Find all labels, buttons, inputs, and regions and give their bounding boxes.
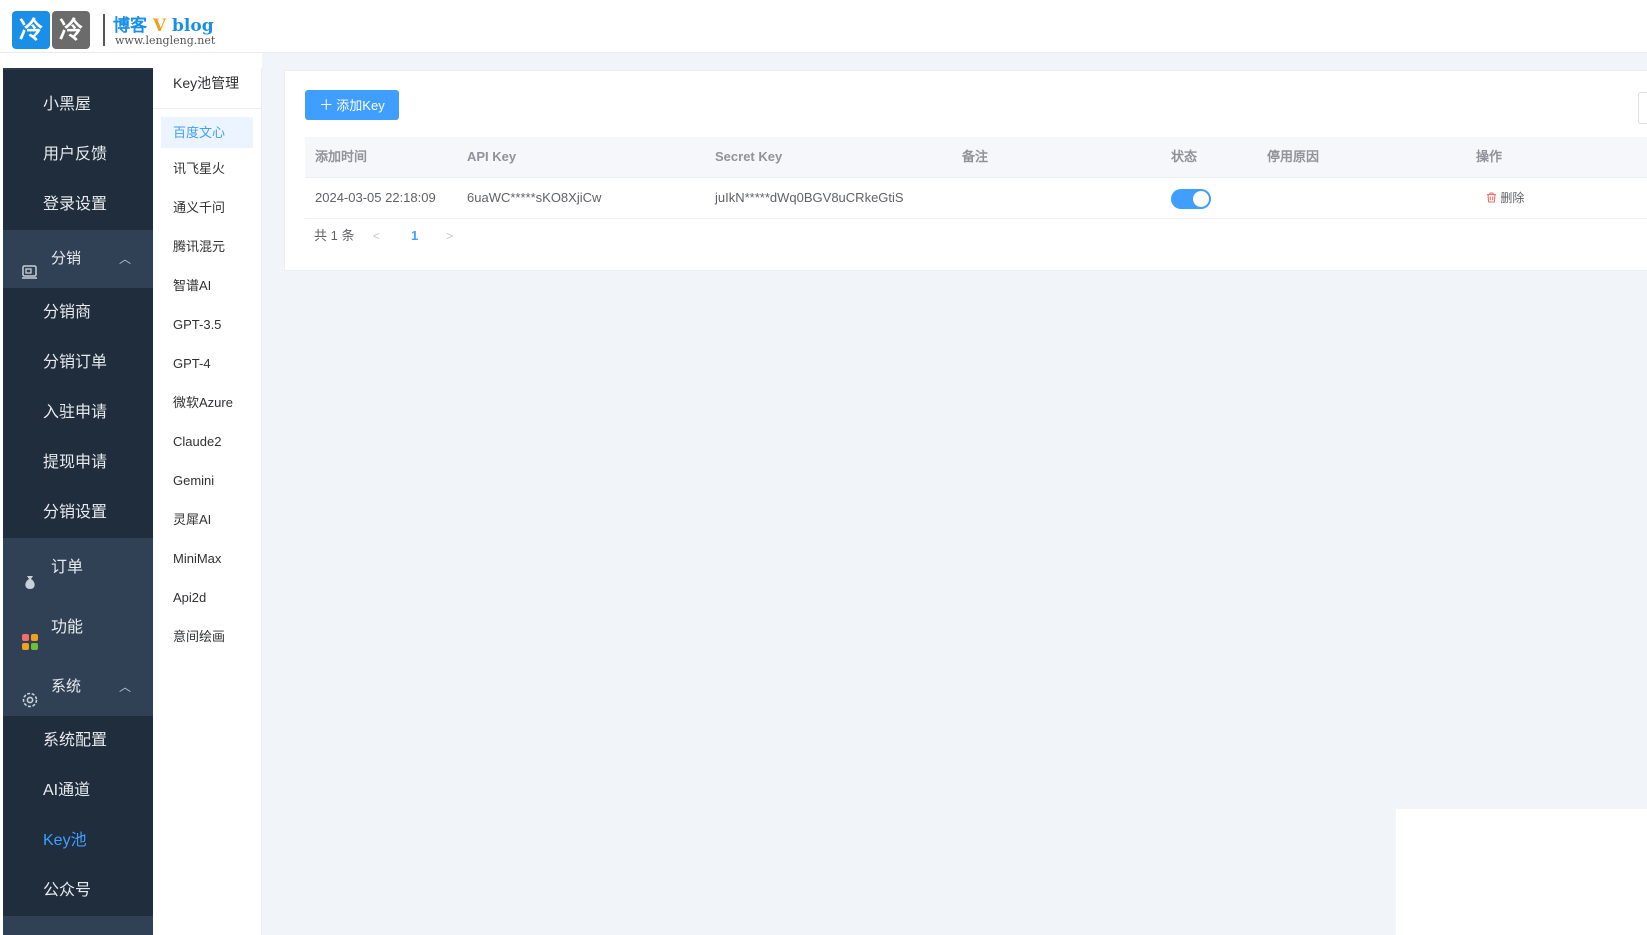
subnav-item-qianwen[interactable]: 通义千问 — [161, 188, 253, 227]
money-bag-icon — [21, 557, 39, 589]
status-toggle[interactable] — [1171, 189, 1211, 209]
site-title[interactable]: 博客 V blog — [113, 11, 214, 36]
subnav-item-hunyuan[interactable]: 腾讯混元 — [161, 227, 253, 266]
subnav-item-gpt35[interactable]: GPT-3.5 — [161, 305, 253, 344]
app-header: 冷 冷 博客 V blog www.lengleng.net — [0, 0, 1647, 53]
plus-icon: ＋ — [319, 97, 334, 113]
toggle-knob — [1193, 191, 1209, 207]
key-pool-subnav: Key池管理 百度文心 讯飞星火 通义千问 腾讯混元 智谱AI GPT-3.5 … — [153, 68, 262, 935]
pagination-total: 共 1 条 — [314, 228, 355, 243]
sidebar-item-official-account[interactable]: 公众号 — [3, 866, 153, 916]
site-title-b: blog — [172, 16, 214, 36]
sidebar-group-system[interactable]: 系统 ︿ — [3, 658, 153, 716]
sidebar-group-distribution[interactable]: 分销 ︿ — [3, 230, 153, 288]
sidebar-item-distributors[interactable]: 分销商 — [3, 288, 153, 338]
logo-divider — [103, 14, 105, 46]
column-header-reason: 停用原因 — [1267, 149, 1320, 164]
subnav-item-xinghuo[interactable]: 讯飞星火 — [161, 149, 253, 188]
column-header-secret-key: Secret Key — [715, 149, 783, 164]
cell-api-key: 6uaWC*****sKO8XjiCw — [467, 190, 602, 205]
key-table: 添加时间 API Key Secret Key 备注 状态 停用原因 操作 20… — [305, 137, 1647, 219]
sidebar-item-system-config[interactable]: 系统配置 — [3, 716, 153, 766]
main-content: ＋添加Key 添加时间 API Key Secret Key 备注 状态 停用原… — [262, 53, 1647, 935]
subnav-item-azure[interactable]: 微软Azure — [161, 383, 253, 422]
subnav-title: Key池管理 — [153, 68, 261, 109]
table-header: 添加时间 API Key Secret Key 备注 状态 停用原因 操作 — [305, 137, 1647, 178]
sidebar-group-label: 订单 — [51, 559, 84, 576]
site-title-v: V — [152, 16, 167, 36]
subnav-item-api2d[interactable]: Api2d — [161, 578, 253, 617]
chevron-up-icon: ︿ — [118, 252, 131, 266]
distribution-icon — [21, 248, 39, 279]
site-url: www.lengleng.net — [115, 34, 216, 47]
delete-label: 删除 — [1500, 191, 1525, 205]
sidebar-group-label: 系统 — [51, 678, 82, 695]
subnav-item-wenxin[interactable]: 百度文心 — [161, 117, 253, 148]
add-key-button[interactable]: ＋添加Key — [305, 90, 399, 120]
sidebar-item-blacklist[interactable]: 小黑屋 — [3, 80, 153, 130]
column-header-remark: 备注 — [962, 149, 989, 164]
subnav-item-yijian[interactable]: 意间绘画 — [161, 617, 253, 656]
toolbar-right-control[interactable] — [1638, 92, 1647, 124]
sidebar-group-label: 功能 — [51, 619, 84, 636]
sidebar-group-label: 分销 — [51, 250, 82, 267]
sidebar-item-ai-channel[interactable]: AI通道 — [3, 766, 153, 816]
column-header-time: 添加时间 — [315, 149, 368, 164]
cell-secret-key: juIkN*****dWq0BGV8uCRkeGtiS — [715, 190, 904, 205]
apps-grid-icon — [21, 617, 39, 650]
sidebar-item-login-settings[interactable]: 登录设置 — [3, 180, 153, 230]
chevron-up-icon: ︿ — [118, 680, 131, 694]
table-row: 2024-03-05 22:18:09 6uaWC*****sKO8XjiCw … — [305, 178, 1647, 219]
prev-page-icon[interactable]: < — [373, 221, 380, 251]
cell-time: 2024-03-05 22:18:09 — [315, 190, 436, 205]
subnav-item-gpt4[interactable]: GPT-4 — [161, 344, 253, 383]
add-key-label: 添加Key — [336, 98, 385, 113]
sidebar-item-withdraw-requests[interactable]: 提现申请 — [3, 438, 153, 488]
sidebar-item-join-requests[interactable]: 入驻申请 — [3, 388, 153, 438]
logo-mark-right[interactable]: 冷 — [52, 11, 90, 49]
blank-overlay — [1396, 809, 1647, 935]
column-header-api-key: API Key — [467, 149, 517, 164]
gear-icon — [21, 676, 39, 708]
sidebar-item-distribution-settings[interactable]: 分销设置 — [3, 488, 153, 538]
trash-icon — [1486, 191, 1500, 205]
sidebar-item-feedback[interactable]: 用户反馈 — [3, 130, 153, 180]
subnav-item-minimax[interactable]: MiniMax — [161, 539, 253, 578]
key-list-card: ＋添加Key 添加时间 API Key Secret Key 备注 状态 停用原… — [284, 70, 1647, 271]
sidebar-item-distribution-orders[interactable]: 分销订单 — [3, 338, 153, 388]
column-header-status: 状态 — [1171, 149, 1198, 164]
sidebar: 小黑屋 用户反馈 登录设置 分销 ︿ 分销商 分销订单 入驻申请 提现申请 分销… — [3, 68, 153, 935]
subnav-item-claude2[interactable]: Claude2 — [161, 422, 253, 461]
sidebar-group-orders[interactable]: 订单 — [3, 538, 153, 598]
next-page-icon[interactable]: > — [446, 221, 453, 251]
sidebar-item-key-pool[interactable]: Key池 — [3, 816, 153, 866]
subnav-item-zhipu[interactable]: 智谱AI — [161, 266, 253, 305]
page-number[interactable]: 1 — [411, 221, 418, 251]
subnav-item-gemini[interactable]: Gemini — [161, 461, 253, 500]
delete-button[interactable]: 删除 — [1486, 178, 1524, 218]
subnav-item-lingxi[interactable]: 灵犀AI — [161, 500, 253, 539]
site-title-a: 博客 — [113, 16, 147, 36]
column-header-actions: 操作 — [1476, 149, 1503, 164]
sidebar-bottom-strip — [3, 916, 153, 935]
logo-mark-left[interactable]: 冷 — [12, 11, 50, 49]
sidebar-group-features[interactable]: 功能 — [3, 598, 153, 658]
